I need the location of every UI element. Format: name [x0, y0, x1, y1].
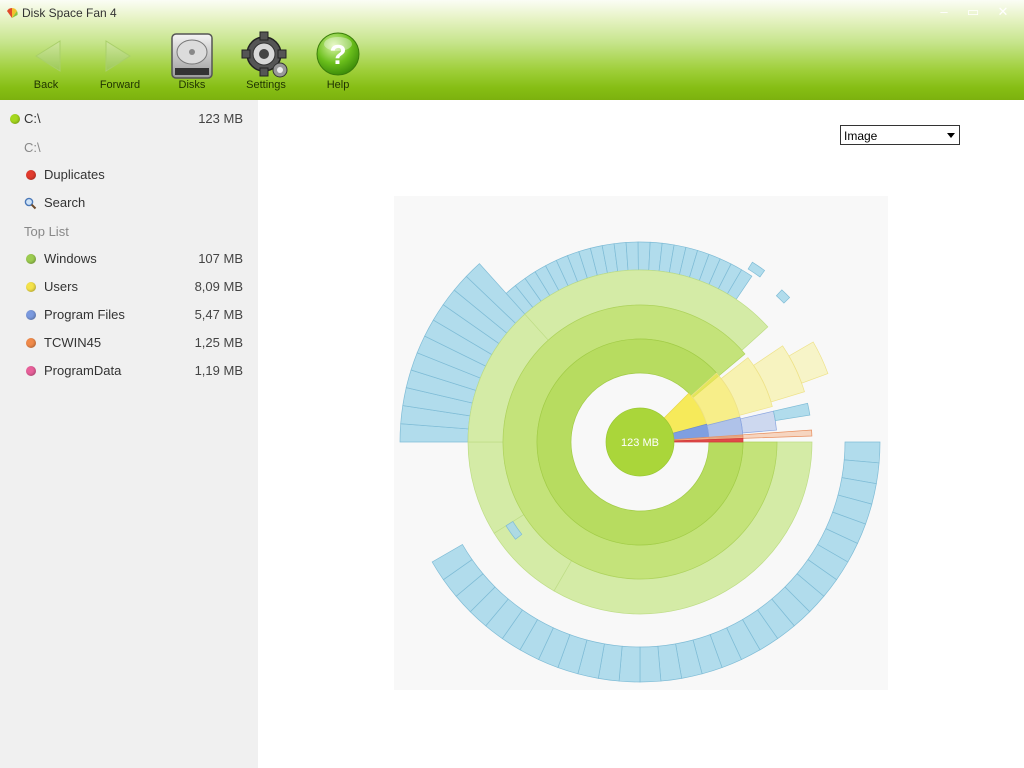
- tcwin45-color-dot: [26, 338, 36, 348]
- disks-label: Disks: [178, 79, 206, 91]
- windows-size: 107 MB: [198, 251, 243, 266]
- fan-file-segment[interactable]: [618, 645, 641, 683]
- toolbar: Disk Space Fan 4 – ▭ ✕ Back Forward Disk…: [0, 0, 1024, 100]
- programdata-color-dot: [26, 366, 36, 376]
- back-label: Back: [33, 79, 59, 91]
- fan-program-files-sector[interactable]: [739, 410, 777, 434]
- tcwin45-label: TCWIN45: [44, 335, 102, 350]
- fan-file-segment[interactable]: [747, 261, 766, 278]
- windows-color-dot: [26, 254, 36, 264]
- window-title: Disk Space Fan 4: [22, 6, 117, 20]
- sidebar-item-programdata[interactable]: ProgramData 1,19 MB: [0, 359, 258, 383]
- users-size: 8,09 MB: [194, 279, 243, 294]
- programdata-size: 1,19 MB: [194, 363, 243, 378]
- back-button[interactable]: Back: [16, 30, 76, 94]
- search-label: Search: [44, 195, 86, 210]
- program-files-size: 5,47 MB: [194, 307, 243, 322]
- users-label: Users: [44, 279, 78, 294]
- duplicates-icon: [26, 170, 36, 180]
- sidebar-item-program-files[interactable]: Program Files 5,47 MB: [0, 303, 258, 327]
- fan-file-segment[interactable]: [775, 289, 791, 304]
- root-drive-size: 123 MB: [198, 111, 243, 126]
- forward-arrow-icon: [105, 40, 131, 72]
- sidebar-item-search[interactable]: Search: [0, 191, 258, 215]
- fan-file-segment[interactable]: [843, 441, 881, 464]
- view-mode-value: Image: [844, 129, 878, 143]
- windows-label: Windows: [44, 251, 97, 266]
- sidebar-item-windows[interactable]: Windows 107 MB: [0, 247, 258, 271]
- help-label: Help: [326, 79, 350, 91]
- help-question-icon: ?: [316, 32, 360, 76]
- users-color-dot: [26, 282, 36, 292]
- main-content: Image 123 MB: [258, 100, 1024, 768]
- hard-disk-icon: [171, 33, 213, 79]
- maximize-button[interactable]: ▭: [961, 3, 985, 21]
- settings-button[interactable]: Settings: [236, 30, 296, 94]
- fan-file-segment[interactable]: [773, 402, 811, 421]
- program-files-color-dot: [26, 310, 36, 320]
- top-list-header: Top List: [24, 224, 69, 239]
- sidebar-item-root-drive[interactable]: C:\ 123 MB: [0, 107, 258, 131]
- gear-icon: [241, 31, 288, 78]
- sidebar-item-duplicates[interactable]: Duplicates: [0, 163, 258, 187]
- forward-label: Forward: [99, 79, 141, 91]
- current-path-label: C:\: [24, 140, 41, 155]
- duplicates-label: Duplicates: [44, 167, 105, 182]
- fan-center-label: 123 MB: [621, 437, 659, 449]
- minimize-button[interactable]: –: [932, 3, 956, 21]
- dropdown-arrow-icon: [947, 133, 955, 138]
- settings-label: Settings: [246, 79, 286, 91]
- search-icon: [24, 197, 37, 210]
- fan-file-segment[interactable]: [625, 241, 639, 271]
- fan-file-segment[interactable]: [637, 241, 651, 271]
- close-button[interactable]: ✕: [991, 3, 1015, 21]
- back-arrow-icon: [35, 40, 61, 72]
- root-drive-label: C:\: [24, 111, 41, 126]
- programdata-label: ProgramData: [44, 363, 122, 378]
- forward-button[interactable]: Forward: [90, 30, 150, 94]
- svg-text:?: ?: [329, 39, 346, 70]
- sidebar: C:\ 123 MB C:\ Duplicates Search Top Lis…: [0, 100, 258, 768]
- view-mode-select[interactable]: Image: [840, 125, 960, 145]
- fan-file-segment[interactable]: [639, 645, 662, 683]
- tcwin45-size: 1,25 MB: [194, 335, 243, 350]
- disk-fan-chart[interactable]: 123 MB: [394, 196, 888, 690]
- sidebar-item-tcwin45[interactable]: TCWIN45 1,25 MB: [0, 331, 258, 355]
- help-button[interactable]: ? Help: [310, 30, 366, 94]
- program-files-label: Program Files: [44, 307, 125, 322]
- root-drive-color-dot: [10, 114, 20, 124]
- disk-fan-chart-panel: 123 MB: [394, 196, 888, 690]
- sidebar-item-users[interactable]: Users 8,09 MB: [0, 275, 258, 299]
- disks-button[interactable]: Disks: [164, 30, 220, 94]
- app-logo-icon: [7, 8, 18, 18]
